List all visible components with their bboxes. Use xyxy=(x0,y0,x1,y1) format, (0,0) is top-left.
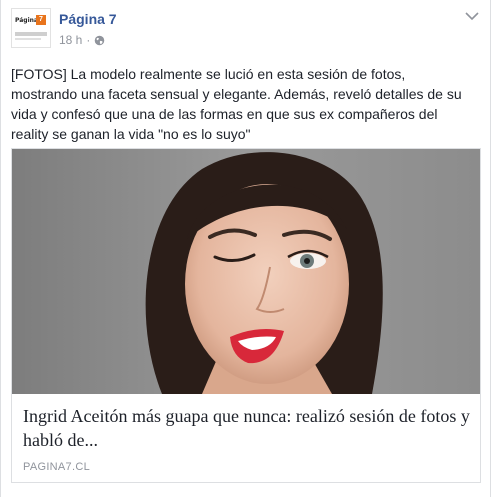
link-preview-title[interactable]: Ingrid Aceitón más guapa que nunca: real… xyxy=(23,404,471,452)
avatar-logo-number: 7 xyxy=(36,15,46,25)
link-preview-image[interactable] xyxy=(12,149,480,394)
avatar-logo-text: Página xyxy=(15,17,38,24)
facebook-post-card: Página 7 Página 7 18 h · [FOTOS] La mode… xyxy=(0,0,491,497)
post-options-chevron-icon[interactable] xyxy=(464,10,480,22)
avatar-logo-bar-secondary xyxy=(15,38,41,40)
page-avatar[interactable]: Página 7 xyxy=(11,8,51,48)
meta-separator: · xyxy=(86,33,91,47)
post-text: [FOTOS] La modelo realmente se lució en … xyxy=(11,66,462,142)
page-name-link[interactable]: Página 7 xyxy=(59,11,117,27)
avatar-logo-bar xyxy=(15,32,47,36)
post-meta: 18 h · xyxy=(59,33,105,47)
link-preview-domain: PAGINA7.CL xyxy=(23,461,90,473)
post-timestamp[interactable]: 18 h xyxy=(59,33,82,47)
globe-icon[interactable] xyxy=(94,35,105,46)
post-header: Página 7 Página 7 18 h · xyxy=(11,8,480,52)
link-preview-card[interactable]: Ingrid Aceitón más guapa que nunca: real… xyxy=(11,148,481,483)
